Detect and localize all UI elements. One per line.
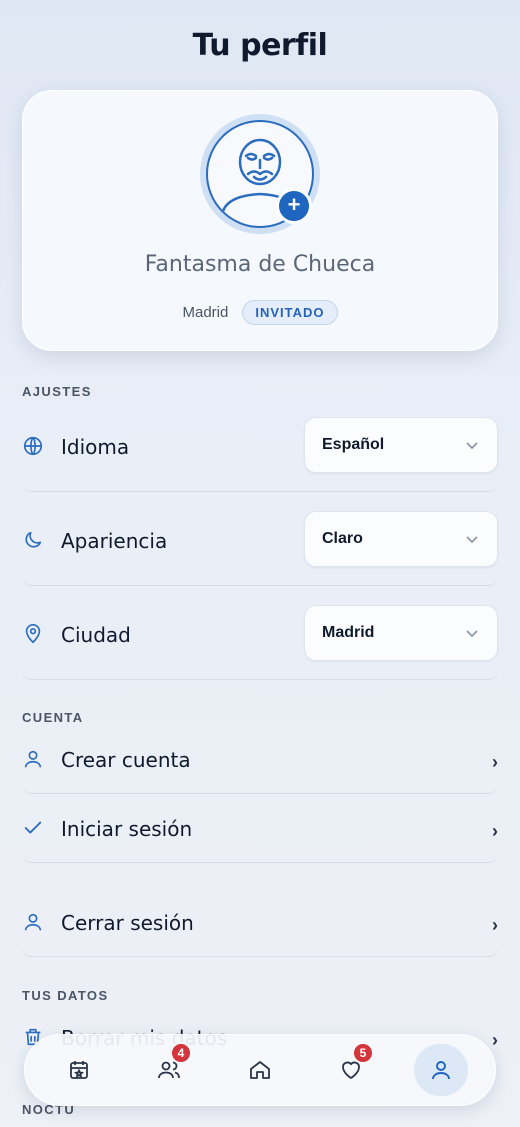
data-header: TUS DATOS <box>22 988 109 1003</box>
setting-label-language: Idioma <box>61 435 130 459</box>
setting-label-city: Ciudad <box>61 623 131 647</box>
language-select[interactable]: Español <box>304 417 498 473</box>
divider <box>22 784 498 794</box>
divider <box>22 947 498 957</box>
city-select-value: Madrid <box>322 624 375 641</box>
add-photo-button[interactable]: + <box>276 188 312 224</box>
role-badge: INVITADO <box>242 300 338 325</box>
chevron-right-icon: › <box>492 821 498 841</box>
nav-profile[interactable] <box>414 1044 468 1096</box>
language-select-value: Español <box>322 436 385 453</box>
city-select[interactable]: Madrid <box>304 605 498 661</box>
account-row-login[interactable]: Iniciar sesión › <box>22 799 498 859</box>
account-label-login: Iniciar sesión <box>61 817 193 841</box>
chevron-down-icon <box>465 626 479 640</box>
home-icon <box>250 1061 270 1079</box>
calendar-icon <box>70 1061 88 1079</box>
avatar[interactable]: + <box>200 114 320 234</box>
account-header: CUENTA <box>22 710 84 725</box>
location-pin-icon <box>22 623 44 645</box>
settings-header: AJUSTES <box>22 384 92 399</box>
setting-row-city: Ciudad Madrid <box>22 605 498 665</box>
chevron-right-icon: › <box>492 752 498 772</box>
divider <box>22 853 498 863</box>
user-icon <box>22 748 44 770</box>
setting-label-appearance: Apariencia <box>61 529 168 553</box>
profile-name: Fantasma de Chueca <box>144 252 376 277</box>
chevron-down-icon <box>465 438 479 452</box>
nav-people[interactable]: 4 <box>142 1042 196 1096</box>
favorites-badge: 5 <box>352 1042 374 1064</box>
nav-home[interactable] <box>233 1044 287 1096</box>
bottom-nav: 4 5 <box>24 1034 496 1106</box>
divider <box>22 482 498 492</box>
chevron-right-icon: › <box>492 1030 498 1050</box>
globe-icon <box>22 435 44 457</box>
setting-row-language: Idioma Español <box>22 417 498 477</box>
account-label-create: Crear cuenta <box>61 748 191 772</box>
chevron-down-icon <box>465 532 479 546</box>
check-icon <box>22 817 44 839</box>
appearance-select-value: Claro <box>322 530 363 547</box>
appearance-select[interactable]: Claro <box>304 511 498 567</box>
user-icon <box>22 911 44 933</box>
profile-card: + Fantasma de Chueca Madrid INVITADO <box>22 90 498 351</box>
account-label-logout: Cerrar sesión <box>61 911 194 935</box>
account-row-logout[interactable]: Cerrar sesión › <box>22 893 498 953</box>
profile-icon <box>432 1061 450 1080</box>
profile-meta: Madrid INVITADO <box>22 300 498 325</box>
profile-city: Madrid <box>182 304 229 321</box>
divider <box>22 576 498 586</box>
people-badge: 4 <box>170 1042 192 1064</box>
page-title: Tu perfil <box>192 28 328 63</box>
moon-icon <box>22 529 44 551</box>
nav-favorites[interactable]: 5 <box>324 1042 378 1096</box>
setting-row-appearance: Apariencia Claro <box>22 511 498 571</box>
account-row-create[interactable]: Crear cuenta › <box>22 730 498 790</box>
chevron-right-icon: › <box>492 915 498 935</box>
divider <box>22 670 498 680</box>
nav-calendar[interactable] <box>52 1044 106 1096</box>
